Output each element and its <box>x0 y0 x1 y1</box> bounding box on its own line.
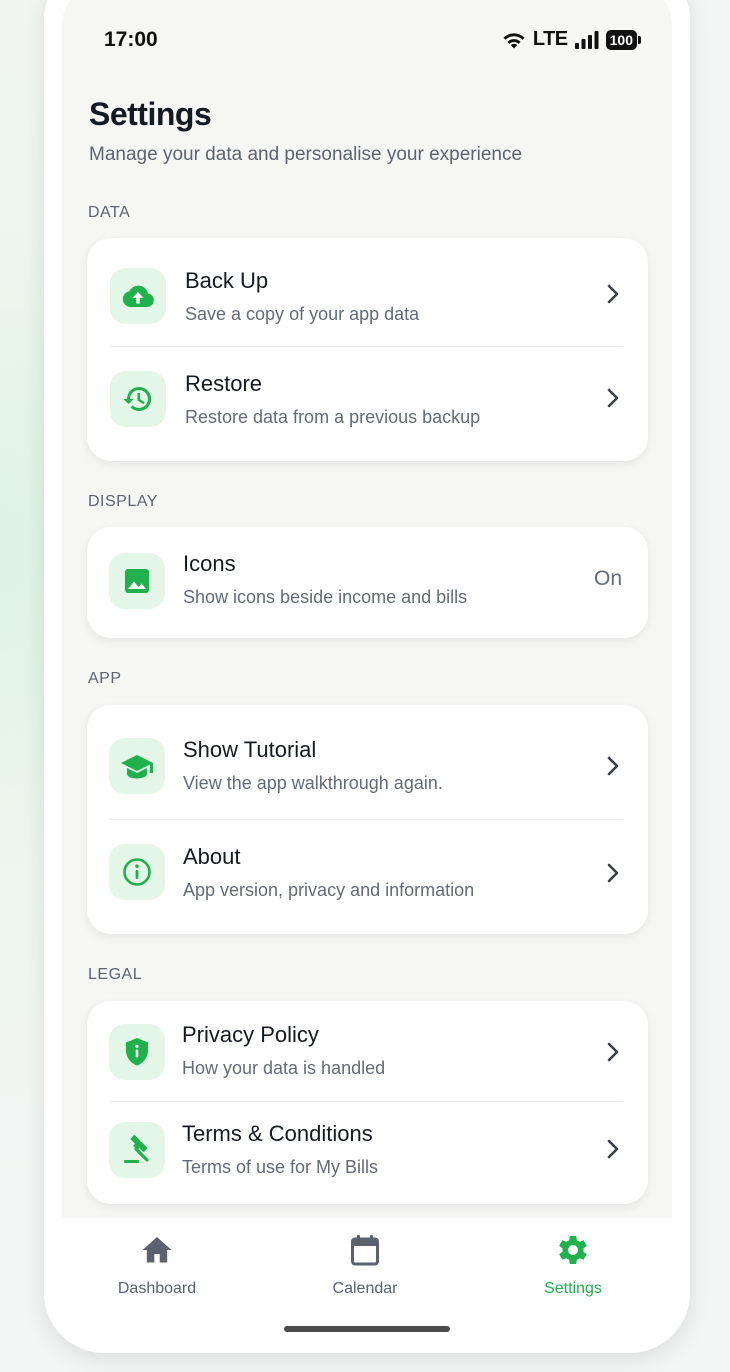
restore-row[interactable]: Restore Restore data from a previous bac… <box>87 347 648 461</box>
tutorial-subtitle: View the app walkthrough again. <box>183 773 443 793</box>
nav-label-calendar: Calendar <box>332 1280 398 1297</box>
icons-subtitle: Show icons beside income and bills <box>183 587 468 607</box>
chevron-right-icon <box>607 1139 619 1159</box>
nav-item-calendar[interactable]: Calendar <box>285 1218 445 1308</box>
about-subtitle: App version, privacy and information <box>183 880 475 900</box>
graduation-cap-icon <box>109 738 165 794</box>
terms-row[interactable]: Terms & Conditions Terms of use for My B… <box>87 1102 648 1204</box>
card-app: Show Tutorial View the app walkthrough a… <box>87 705 648 934</box>
page-subtitle: Manage your data and personalise your ex… <box>89 144 523 165</box>
status-bar: 17:00 LTE 100 <box>62 0 672 60</box>
nav-item-dashboard[interactable]: Dashboard <box>77 1218 237 1308</box>
icons-title: Icons <box>183 551 236 576</box>
section-label-data: DATA <box>88 204 131 221</box>
image-icon <box>109 553 165 609</box>
home-indicator[interactable] <box>284 1326 450 1332</box>
battery-icon: 100 <box>605 29 642 50</box>
card-data: Back Up Save a copy of your app data Res… <box>87 238 648 461</box>
gear-icon <box>555 1232 591 1268</box>
backup-row[interactable]: Back Up Save a copy of your app data <box>87 238 648 346</box>
nav-item-settings[interactable]: Settings <box>493 1218 653 1308</box>
gavel-icon <box>109 1122 165 1178</box>
chevron-right-icon <box>607 756 619 776</box>
backup-title: Back Up <box>185 268 269 293</box>
chevron-right-icon <box>607 863 619 883</box>
bottom-nav: Dashboard Calendar Settings <box>62 1218 672 1336</box>
restore-subtitle: Restore data from a previous backup <box>185 407 481 427</box>
section-label-legal: LEGAL <box>88 966 143 983</box>
info-icon <box>109 844 165 900</box>
wifi-icon <box>502 30 526 50</box>
card-display: Icons Show icons beside income and bills… <box>87 527 648 638</box>
chevron-right-icon <box>607 1042 619 1062</box>
signal-icon <box>574 30 599 49</box>
privacy-title: Privacy Policy <box>182 1022 319 1047</box>
screen: 17:00 LTE 100 Settings Manage your data … <box>62 0 672 1336</box>
cloud-upload-icon <box>110 268 166 324</box>
status-time: 17:00 <box>104 28 158 51</box>
privacy-row[interactable]: Privacy Policy How your data is handled <box>87 1001 648 1101</box>
history-icon <box>110 371 166 427</box>
restore-title: Restore <box>185 371 263 396</box>
privacy-subtitle: How your data is handled <box>182 1058 386 1078</box>
nav-label-dashboard: Dashboard <box>117 1280 197 1297</box>
section-label-app: APP <box>88 670 122 687</box>
nav-label-settings: Settings <box>544 1280 602 1297</box>
backup-subtitle: Save a copy of your app data <box>185 304 420 324</box>
icons-value: On <box>593 567 622 590</box>
chevron-right-icon <box>607 284 619 304</box>
icons-row[interactable]: Icons Show icons beside income and bills… <box>87 527 648 638</box>
about-title: About <box>183 844 241 869</box>
card-legal: Privacy Policy How your data is handled … <box>87 1001 648 1204</box>
about-row[interactable]: About App version, privacy and informati… <box>87 820 648 934</box>
network-label: LTE <box>532 28 568 50</box>
tutorial-row[interactable]: Show Tutorial View the app walkthrough a… <box>87 705 648 819</box>
home-icon <box>139 1232 175 1268</box>
shield-icon <box>109 1024 165 1080</box>
terms-title: Terms & Conditions <box>182 1121 373 1146</box>
calendar-icon <box>347 1232 383 1268</box>
status-icons: LTE 100 <box>502 28 642 51</box>
page-title: Settings <box>89 96 212 132</box>
terms-subtitle: Terms of use for My Bills <box>182 1157 379 1177</box>
chevron-right-icon <box>607 388 619 408</box>
section-label-display: DISPLAY <box>88 493 158 510</box>
tutorial-title: Show Tutorial <box>183 737 317 762</box>
